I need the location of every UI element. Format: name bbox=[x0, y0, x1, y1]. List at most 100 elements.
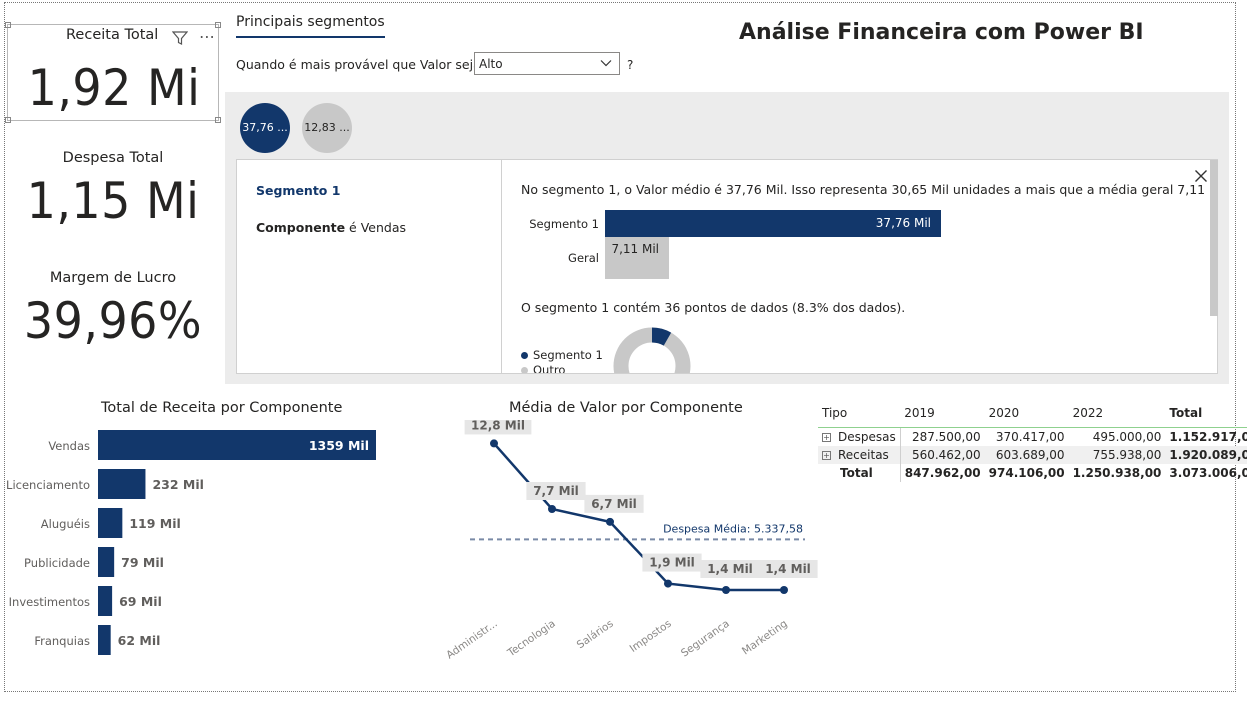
bar-value-label: 1359 Mil bbox=[309, 438, 369, 453]
compare-bar-segment: 37,76 Mil bbox=[605, 210, 941, 237]
data-label: 12,8 Mil bbox=[471, 420, 525, 432]
bar-value-label: 62 Mil bbox=[118, 633, 161, 648]
question-label: Quando é mais provável que Valor seja bbox=[236, 57, 481, 72]
matrix-header-total[interactable]: Total bbox=[1165, 403, 1247, 428]
matrix-cell-total: 1.920.089,00 bbox=[1165, 446, 1247, 464]
condition-field: Componente bbox=[256, 220, 346, 235]
line-point[interactable] bbox=[722, 586, 730, 594]
matrix-cell-total: 1.152.917,00 bbox=[1169, 430, 1247, 444]
segment-bubble-2[interactable]: 12,83 ... bbox=[302, 103, 352, 153]
matrix-cell: 1.250.938,00 bbox=[1072, 466, 1162, 480]
data-label: 6,7 Mil bbox=[591, 497, 637, 511]
matrix-row: + Despesas 287.500,00 370.417,00 495.000,… bbox=[818, 427, 1247, 447]
scrollbar[interactable] bbox=[1210, 160, 1218, 316]
compare-label-overall: Geral bbox=[568, 251, 599, 265]
x-tick-label: Administr... bbox=[444, 618, 499, 662]
bar[interactable] bbox=[98, 508, 123, 538]
expense-value: 1,15 Mi bbox=[26, 172, 200, 230]
line-point[interactable] bbox=[780, 586, 788, 594]
x-tick-label: Impostos bbox=[628, 618, 674, 655]
x-tick-label: Salários bbox=[575, 618, 616, 652]
chevron-down-icon bbox=[599, 56, 613, 73]
bar[interactable] bbox=[98, 547, 115, 577]
line-point[interactable] bbox=[664, 579, 672, 588]
revenue-value: 1,92 Mi bbox=[27, 59, 201, 117]
matrix-total-row: Total 847.962,00 974.106,00 1.250.938,00… bbox=[818, 464, 1247, 482]
row-label-text: Receitas bbox=[838, 448, 889, 462]
legend-item-other: Outro bbox=[521, 363, 566, 374]
close-icon[interactable] bbox=[1194, 168, 1208, 187]
question-suffix: ? bbox=[627, 58, 634, 72]
bar-value-label: 69 Mil bbox=[119, 594, 162, 609]
segment-points-text: O segmento 1 contém 36 pontos de dados (… bbox=[521, 300, 906, 315]
matrix-cell: 847.962,00 bbox=[899, 464, 985, 482]
segment-bubble-1[interactable]: 37,76 ... bbox=[240, 103, 290, 153]
matrix-cell: 370.417,00 bbox=[995, 430, 1065, 444]
condition-rest: é Vendas bbox=[345, 220, 406, 235]
matrix-total-label: Total bbox=[840, 466, 873, 480]
data-label: 1,4 Mil bbox=[707, 562, 753, 576]
matrix-cell: 560.462,00 bbox=[899, 446, 985, 464]
data-label: 1,4 Mil bbox=[765, 562, 811, 576]
matrix-header-type[interactable]: Tipo bbox=[818, 403, 901, 428]
matrix-header-2019[interactable]: 2019 bbox=[900, 403, 985, 428]
legend-item-segment: Segmento 1 bbox=[521, 348, 603, 362]
line-point[interactable] bbox=[490, 439, 498, 448]
matrix-header-2022[interactable]: 2022 bbox=[1068, 403, 1166, 428]
legend-dot bbox=[521, 367, 528, 373]
matrix-row-label[interactable]: + Receitas bbox=[818, 446, 901, 464]
bar-category-label: Licenciamento bbox=[6, 478, 90, 492]
bar[interactable] bbox=[98, 586, 113, 616]
resize-handle[interactable] bbox=[215, 117, 221, 123]
compare-bar-overall: 7,11 Mil bbox=[605, 237, 669, 279]
segment-donut bbox=[613, 327, 691, 373]
bar[interactable] bbox=[98, 625, 111, 655]
bar-value-label: 79 Mil bbox=[121, 555, 164, 570]
matrix-header-2020[interactable]: 2020 bbox=[984, 403, 1069, 428]
segment-name: Segmento 1 bbox=[256, 183, 341, 198]
compare-label-segment: Segmento 1 bbox=[529, 217, 599, 231]
bar-value-label: 232 Mil bbox=[152, 477, 203, 492]
revenue-expense-matrix[interactable]: Tipo 2019 2020 2022 Total + Despesas 287.… bbox=[818, 403, 1247, 482]
segment-condition: Componente é Vendas bbox=[256, 220, 406, 235]
resize-handle[interactable] bbox=[5, 117, 11, 123]
revenue-card[interactable]: Receita Total ⋯ 1,92 Mi bbox=[5, 22, 221, 123]
value-line-chart[interactable]: Despesa Média: 5.337,58 12,8 Mil Administr… bbox=[430, 420, 820, 690]
row-label-text: Despesas bbox=[838, 430, 896, 444]
data-label: 7,7 Mil bbox=[533, 484, 579, 498]
revenue-bar-chart[interactable]: Vendas 1359 Mil Licenciamento 232 Mil Alugué… bbox=[0, 425, 420, 685]
value-dropdown[interactable]: Alto bbox=[474, 52, 620, 75]
expense-card[interactable]: Despesa Total 1,15 Mi bbox=[7, 150, 219, 245]
x-tick-label: Marketing bbox=[740, 618, 790, 658]
segment-detail-left: Segmento 1 Componente é Vendas bbox=[237, 160, 502, 373]
expand-icon[interactable]: + bbox=[822, 433, 831, 442]
x-tick-label: Tecnologia bbox=[505, 618, 558, 660]
bar-chart-title: Total de Receita por Componente bbox=[101, 400, 343, 416]
matrix-cell: 287.500,00 bbox=[899, 427, 985, 446]
more-options-icon[interactable]: ⋯ bbox=[199, 27, 216, 46]
expand-icon[interactable]: + bbox=[822, 451, 831, 460]
bar-category-label: Aluguéis bbox=[41, 517, 90, 531]
bar-category-label: Investimentos bbox=[9, 595, 90, 609]
bar[interactable] bbox=[98, 469, 146, 499]
margin-card[interactable]: Margem de Lucro 39,96% bbox=[7, 270, 219, 365]
margin-value: 39,96% bbox=[23, 292, 203, 350]
dropdown-value: Alto bbox=[479, 57, 503, 71]
line-chart-title: Média de Valor por Componente bbox=[509, 400, 743, 416]
line-point[interactable] bbox=[606, 517, 614, 526]
resize-handle[interactable] bbox=[215, 22, 221, 28]
line-point[interactable] bbox=[548, 505, 556, 513]
segment-detail-card: Segmento 1 Componente é Vendas No segmen… bbox=[236, 159, 1218, 374]
matrix-cell: 755.938,00 bbox=[1068, 446, 1166, 464]
expense-title: Despesa Total bbox=[62, 150, 164, 166]
revenue-title: Receita Total bbox=[66, 27, 159, 43]
filter-icon[interactable] bbox=[171, 30, 189, 50]
legend-label: Outro bbox=[533, 363, 566, 374]
resize-handle[interactable] bbox=[5, 22, 11, 28]
tab-top-segments[interactable]: Principais segmentos bbox=[236, 14, 385, 38]
matrix-row: + Receitas 560.462,00 603.689,00 755.938,… bbox=[818, 446, 1247, 464]
legend-label: Segmento 1 bbox=[533, 348, 603, 362]
margin-title: Margem de Lucro bbox=[49, 270, 177, 286]
legend-dot bbox=[521, 352, 528, 359]
matrix-row-label[interactable]: + Despesas bbox=[818, 428, 900, 447]
